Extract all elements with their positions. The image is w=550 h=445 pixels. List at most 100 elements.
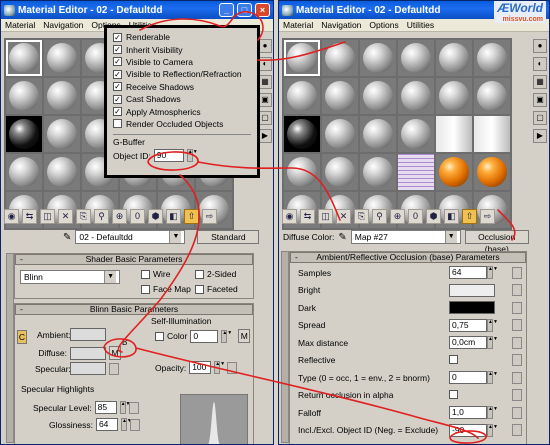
ambient-swatch[interactable] xyxy=(70,328,106,341)
blinn-basic-parameters-header[interactable]: Blinn Basic Parameters xyxy=(15,304,253,315)
popup-option-checkbox[interactable] xyxy=(113,57,122,67)
self-illum-value[interactable]: 0 xyxy=(190,329,219,343)
material-sample-slot[interactable] xyxy=(398,154,434,190)
material-sample-slot[interactable] xyxy=(474,154,510,190)
menu-utilities[interactable]: Utilities xyxy=(407,20,434,30)
material-id-channel-icon[interactable]: 0 xyxy=(408,208,423,224)
self-illum-color-checkbox[interactable] xyxy=(155,331,164,341)
material-sample-slot[interactable] xyxy=(322,40,358,76)
param-map-button[interactable] xyxy=(512,266,522,279)
uv-tiling-button[interactable]: ▣ xyxy=(258,93,272,107)
popup-option-checkbox[interactable] xyxy=(113,45,122,55)
object-id-spinner[interactable]: ▲▼ xyxy=(186,149,198,163)
video-color-check-button[interactable]: ▢ xyxy=(533,111,547,125)
material-sample-slot[interactable] xyxy=(436,78,472,114)
param-map-button[interactable] xyxy=(512,319,522,331)
dark-color-swatch[interactable] xyxy=(449,301,495,314)
material-sample-slot[interactable] xyxy=(284,116,320,152)
material-sample-slot[interactable] xyxy=(398,40,434,76)
material-sample-slot[interactable] xyxy=(6,116,42,152)
material-sample-slot[interactable] xyxy=(284,78,320,114)
lock-ambient-diffuse-button[interactable]: C xyxy=(17,330,27,344)
material-sample-slot[interactable] xyxy=(436,116,472,152)
put-to-library-icon[interactable]: ⊕ xyxy=(390,208,405,224)
material-sample-slot[interactable] xyxy=(398,116,434,152)
wire-checkbox[interactable] xyxy=(141,269,150,279)
copy-material-icon[interactable]: ⎘ xyxy=(354,208,369,224)
sample-type-button[interactable]: ● xyxy=(258,39,272,53)
param-spinner[interactable]: ▲▼ xyxy=(487,336,498,349)
glossiness-value[interactable]: 64 xyxy=(95,418,118,431)
material-sample-slot[interactable] xyxy=(322,154,358,190)
two-sided-checkbox[interactable] xyxy=(195,269,204,279)
param-map-button[interactable] xyxy=(512,353,522,366)
popup-option-row[interactable]: Inherit Visibility xyxy=(113,43,251,55)
popup-option-checkbox[interactable] xyxy=(113,119,122,129)
material-sample-slot[interactable] xyxy=(360,40,396,76)
backlight-button[interactable]: ◐ xyxy=(533,57,547,71)
get-material-icon[interactable]: ◉ xyxy=(282,208,297,224)
material-sample-slot[interactable] xyxy=(284,154,320,190)
show-map-in-viewport-icon[interactable]: ⬢ xyxy=(426,208,441,224)
go-forward-to-sibling-icon[interactable]: ⇨ xyxy=(480,208,495,224)
left-title-bar[interactable]: Material Editor - 02 - Defaultdd _ □ × xyxy=(1,1,273,19)
material-name-combo[interactable]: 02 - Defaultdd ▼ xyxy=(75,230,186,244)
menu-material[interactable]: Material xyxy=(5,20,35,30)
material-sample-slot[interactable] xyxy=(44,40,80,76)
material-sample-slot[interactable] xyxy=(322,116,358,152)
show-end-result-icon[interactable]: ◧ xyxy=(444,208,459,224)
video-color-check-button[interactable]: ▢ xyxy=(258,111,272,125)
popup-option-row[interactable]: Renderable xyxy=(113,31,251,43)
material-sample-slot[interactable] xyxy=(44,116,80,152)
minimize-button[interactable]: _ xyxy=(219,3,234,17)
bright-color-swatch[interactable] xyxy=(449,283,495,297)
make-preview-button[interactable]: ▶ xyxy=(533,129,547,143)
param-map-button[interactable] xyxy=(512,424,522,436)
param-spinner[interactable]: ▲▼ xyxy=(487,371,498,384)
popup-option-row[interactable]: Visible to Camera xyxy=(113,56,251,68)
popup-option-checkbox[interactable] xyxy=(113,107,122,117)
material-sample-slot[interactable] xyxy=(44,78,80,114)
backlight-button[interactable]: ◐ xyxy=(258,57,272,71)
param-value[interactable]: 1,0 xyxy=(449,406,487,419)
copy-material-icon[interactable]: ⎘ xyxy=(76,208,91,224)
put-to-scene-icon[interactable]: ⇆ xyxy=(22,208,37,224)
param-spinner[interactable]: ▲▼ xyxy=(487,406,498,419)
specular-swatch[interactable] xyxy=(70,362,106,375)
assign-to-selection-icon[interactable]: ◫ xyxy=(40,208,55,224)
material-sample-slot[interactable] xyxy=(44,154,80,190)
specular-level-value[interactable]: 85 xyxy=(94,401,117,414)
glossiness-spinner[interactable]: ▲▼ xyxy=(120,418,132,431)
material-sample-slot[interactable] xyxy=(474,78,510,114)
param-map-button[interactable] xyxy=(512,336,522,349)
get-material-icon[interactable]: ◉ xyxy=(4,208,19,224)
background-button[interactable]: ▦ xyxy=(258,75,272,89)
material-sample-slot[interactable] xyxy=(322,78,358,114)
go-to-parent-icon[interactable]: ⇧ xyxy=(462,208,477,224)
popup-option-row[interactable]: Apply Atmospherics xyxy=(113,105,251,117)
param-value[interactable]: 0 xyxy=(449,371,487,384)
reset-map-icon[interactable]: ✕ xyxy=(336,208,351,224)
material-sample-slot[interactable] xyxy=(360,78,396,114)
opacity-value[interactable]: 100 xyxy=(189,361,212,374)
self-illum-spinner[interactable]: ▲▼ xyxy=(221,329,232,343)
maximize-button[interactable]: □ xyxy=(237,3,252,17)
go-forward-to-sibling-icon[interactable]: ⇨ xyxy=(202,208,217,224)
assign-to-selection-icon[interactable]: ◫ xyxy=(318,208,333,224)
close-button[interactable]: × xyxy=(255,3,270,17)
reset-map-icon[interactable]: ✕ xyxy=(58,208,73,224)
param-value[interactable]: 64 xyxy=(449,266,487,279)
diffuse-map-button[interactable]: M xyxy=(109,346,121,360)
param-spinner[interactable]: ▲▼ xyxy=(487,318,498,332)
map-type-button[interactable]: Occlusion (base) xyxy=(464,230,529,254)
popup-option-row[interactable]: Visible to Reflection/Refraction xyxy=(113,68,251,80)
popup-option-checkbox[interactable] xyxy=(113,82,122,92)
param-value[interactable]: 0,0cm xyxy=(449,336,487,349)
menu-material[interactable]: Material xyxy=(283,20,313,30)
param-map-button[interactable] xyxy=(512,301,522,314)
param-spinner[interactable]: ▲▼ xyxy=(487,423,498,437)
map-name-combo[interactable]: Map #27 ▼ xyxy=(350,230,461,244)
show-end-result-icon[interactable]: ◧ xyxy=(166,208,181,224)
shader-basic-parameters-header[interactable]: Shader Basic Parameters xyxy=(15,254,253,265)
material-sample-slot[interactable] xyxy=(436,40,472,76)
